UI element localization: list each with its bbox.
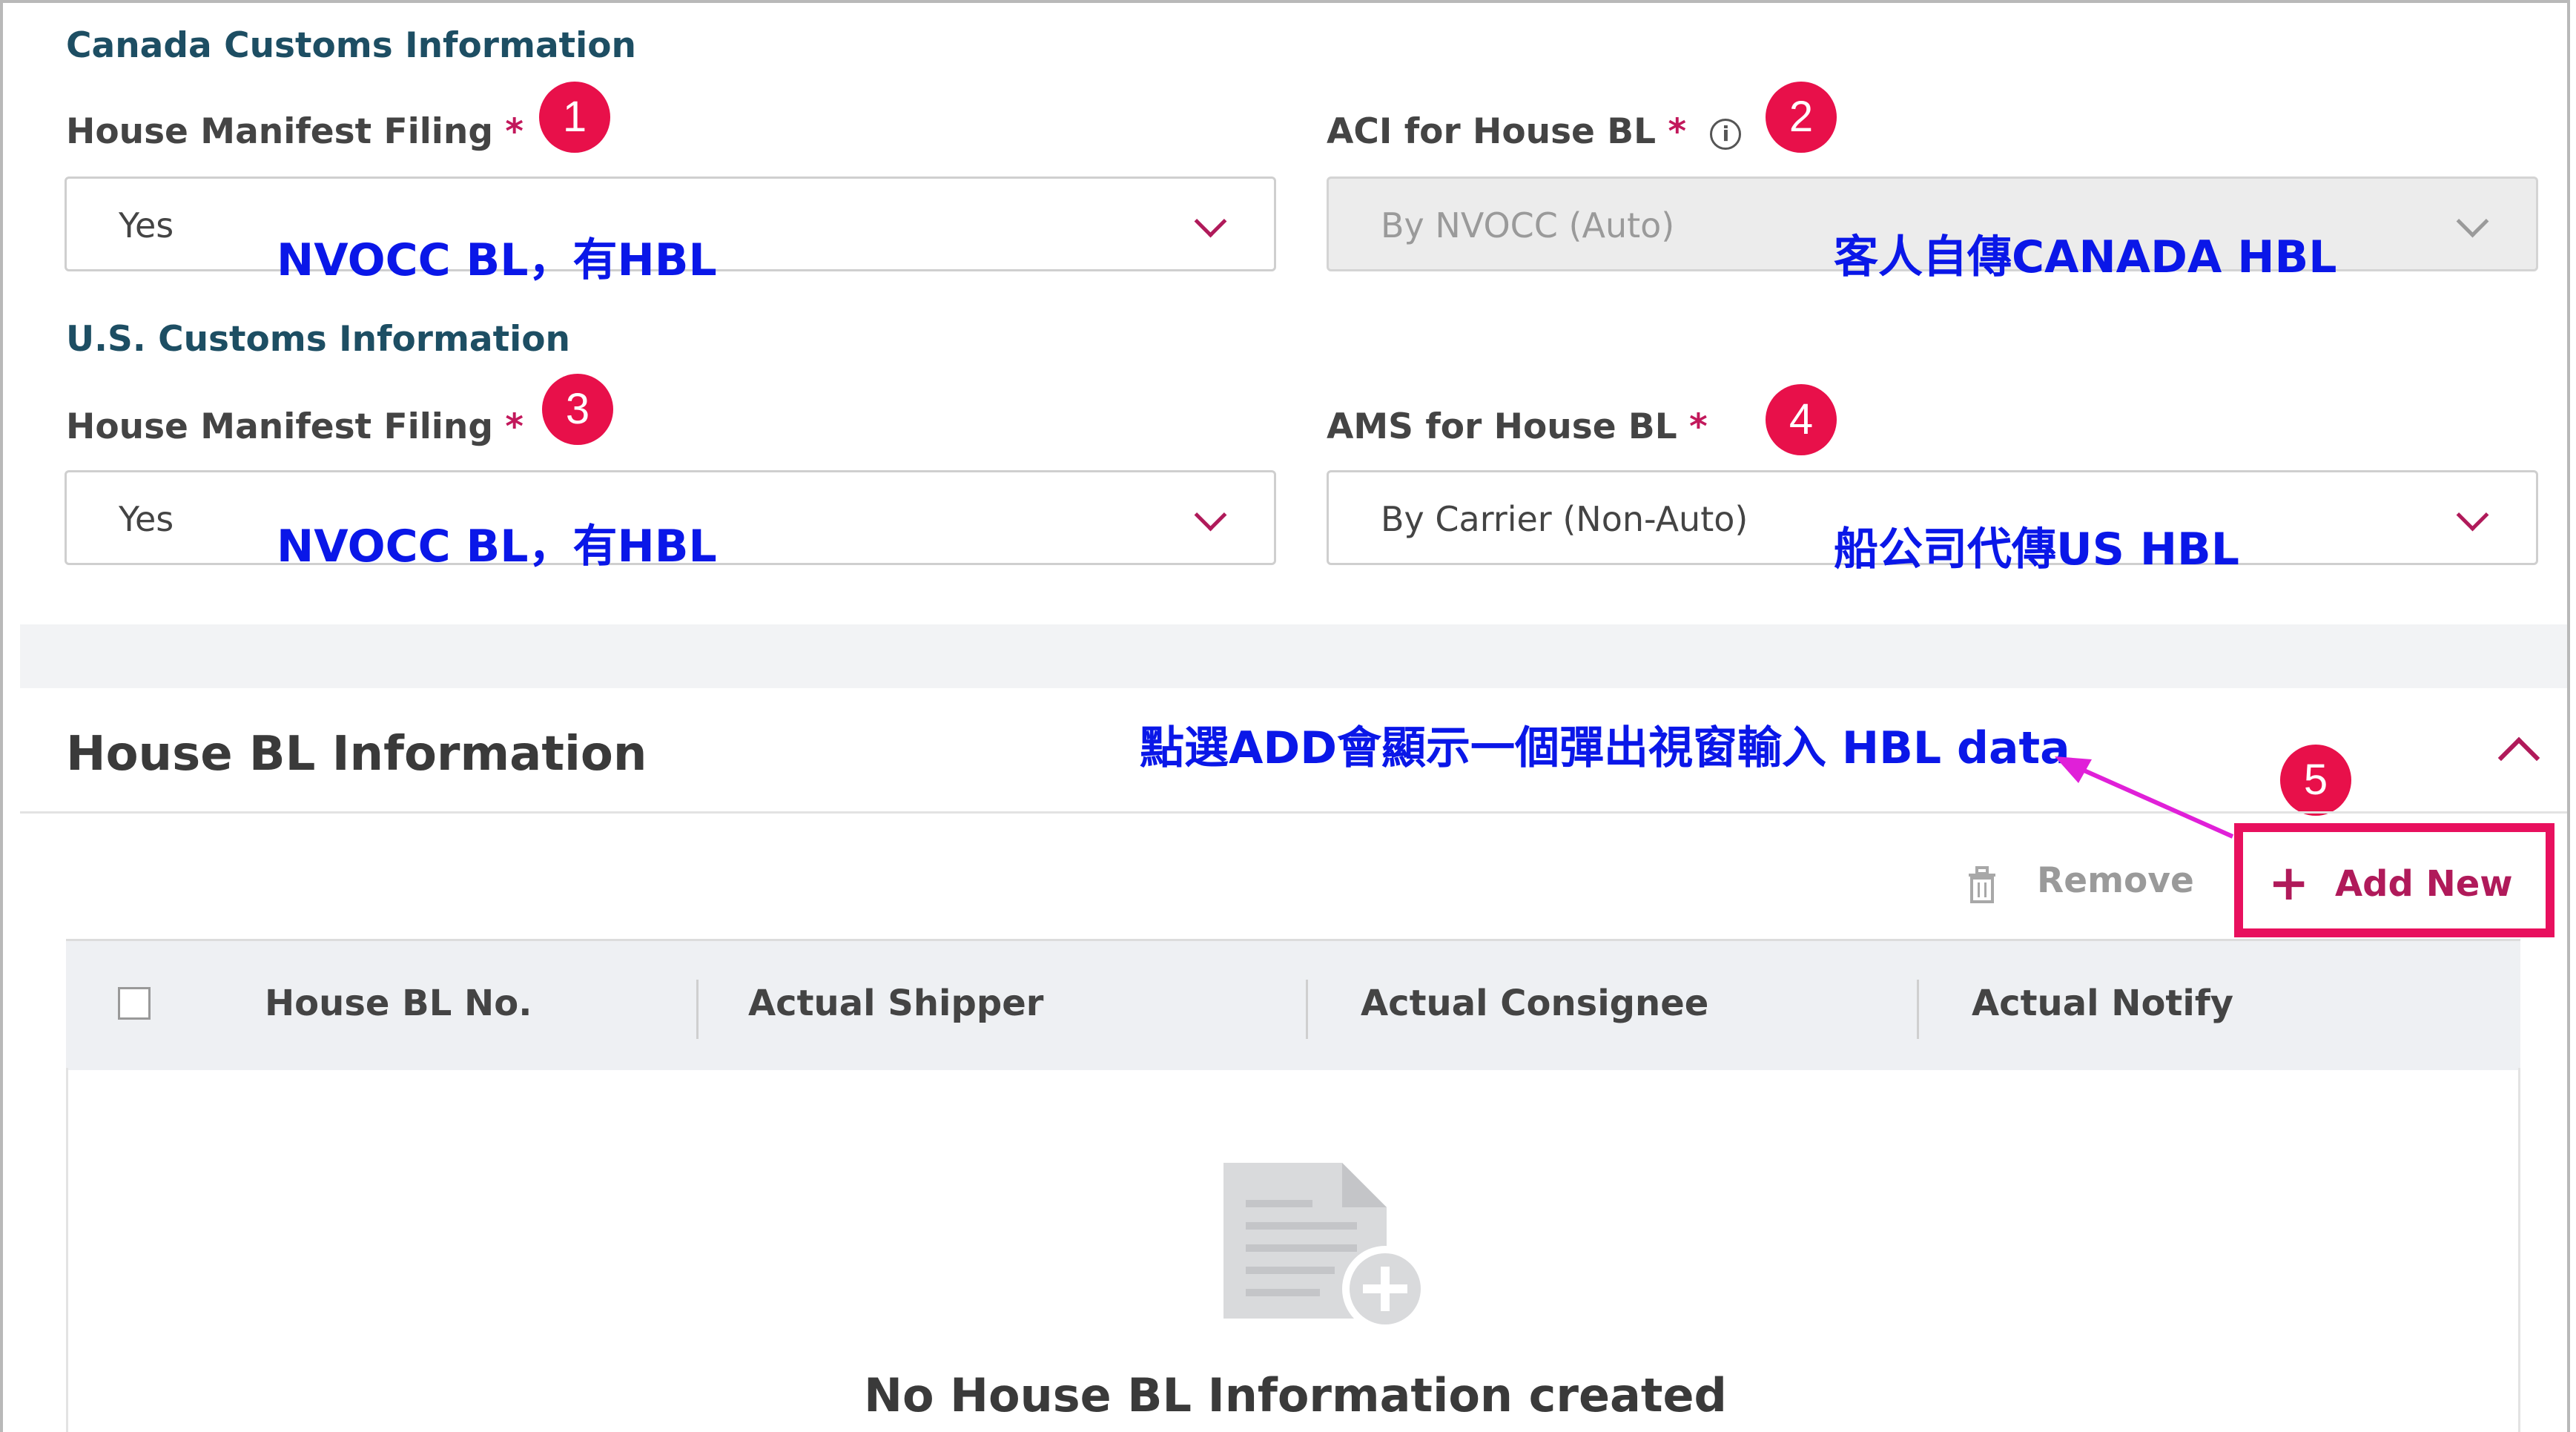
chevron-down-icon <box>2456 498 2489 532</box>
column-divider <box>1306 980 1308 1039</box>
required-mark: * <box>1668 111 1687 152</box>
annotation-us-hbl: 船公司代傳US HBL <box>1834 524 2240 575</box>
required-mark: * <box>505 406 524 447</box>
aci-value: By NVOCC (Auto) <box>1381 205 1675 245</box>
canada-house-manifest-value: Yes <box>119 205 174 245</box>
chevron-down-icon <box>2456 205 2489 238</box>
plus-icon: + <box>2268 854 2310 911</box>
info-icon[interactable]: i <box>1710 118 1742 150</box>
step-badge-2: 2 <box>1766 82 1837 153</box>
annotation-canada-hbl: 客人自傳CANADA HBL <box>1834 231 2337 283</box>
pointer-arrow <box>2055 756 2234 839</box>
document-add-icon <box>1223 1163 1428 1332</box>
annotation-nvocc-canada: NVOCC BL，有HBL <box>277 234 717 286</box>
us-house-manifest-label-text: House Manifest Filing <box>66 406 494 447</box>
step-badge-3: 3 <box>542 374 613 445</box>
step-badge-5: 5 <box>2280 745 2351 816</box>
chevron-down-icon <box>1194 205 1227 238</box>
house-bl-table-header: House BL No. Actual Shipper Actual Consi… <box>66 939 2520 1070</box>
column-header-actual-shipper[interactable]: Actual Shipper <box>748 983 1043 1024</box>
add-new-button[interactable]: + Add New <box>2234 823 2554 937</box>
select-all-checkbox[interactable] <box>118 987 151 1020</box>
column-header-house-bl-no[interactable]: House BL No. <box>265 983 532 1024</box>
empty-state-message: No House BL Information created <box>864 1368 1727 1422</box>
step-badge-4: 4 <box>1766 384 1837 455</box>
canada-section-title: Canada Customs Information <box>66 25 636 66</box>
section-divider <box>20 624 2567 688</box>
house-bl-table-body: No House BL Information created <box>66 1068 2520 1432</box>
canada-house-manifest-label: House Manifest Filing * <box>66 111 524 152</box>
annotation-nvocc-us: NVOCC BL，有HBL <box>277 521 717 573</box>
chevron-down-icon <box>1194 498 1227 532</box>
column-header-actual-notify[interactable]: Actual Notify <box>1972 983 2233 1024</box>
aci-house-bl-label: ACI for House BL * i <box>1327 111 1742 152</box>
step-badge-1: 1 <box>539 82 610 153</box>
add-new-label: Add New <box>2335 863 2513 905</box>
customs-form: Canada Customs Information House Manifes… <box>20 7 2567 1432</box>
ams-value: By Carrier (Non-Auto) <box>1381 499 1748 539</box>
us-section-title: U.S. Customs Information <box>66 319 570 360</box>
us-house-manifest-value: Yes <box>119 499 174 539</box>
us-house-manifest-label: House Manifest Filing * <box>66 406 524 447</box>
required-mark: * <box>1689 406 1708 447</box>
required-mark: * <box>505 111 524 152</box>
ams-label-text: AMS for House BL <box>1327 406 1677 447</box>
column-header-actual-consignee[interactable]: Actual Consignee <box>1361 983 1708 1024</box>
chevron-up-icon[interactable] <box>2497 736 2540 779</box>
remove-button[interactable]: Remove <box>2037 860 2194 901</box>
column-divider <box>1917 980 1919 1039</box>
trash-icon <box>1969 866 1995 903</box>
ams-house-bl-label: AMS for House BL * <box>1327 406 1708 447</box>
aci-label-text: ACI for House BL <box>1327 111 1657 152</box>
canada-house-manifest-label-text: House Manifest Filing <box>66 111 494 152</box>
column-divider <box>696 980 699 1039</box>
annotation-add-new: 點選ADD會顯示一個彈出視窗輸入 HBL data <box>1140 722 2070 774</box>
house-bl-section-title: House BL Information <box>66 727 647 782</box>
